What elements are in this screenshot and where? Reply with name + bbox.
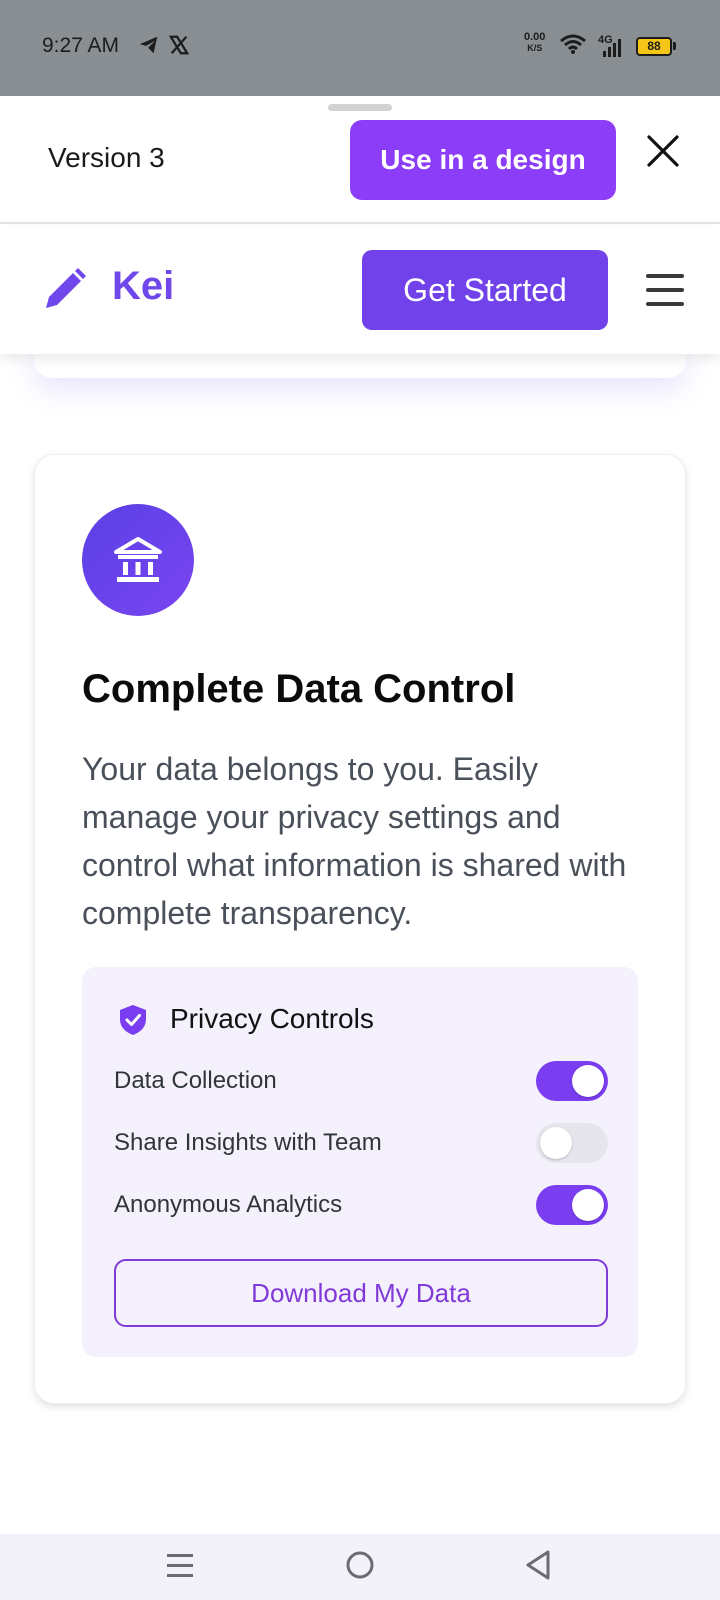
net-speed-value: 0.00 (524, 31, 546, 43)
net-speed-unit: K/S (527, 43, 543, 53)
battery-nub (673, 42, 676, 50)
wifi-icon (560, 33, 586, 60)
bank-icon (82, 504, 194, 616)
drag-handle[interactable] (328, 104, 392, 111)
system-nav-bar (0, 1534, 720, 1600)
back-icon[interactable] (524, 1548, 552, 1589)
setting-label: Share Insights with Team (114, 1129, 382, 1156)
toggle-knob (540, 1127, 572, 1159)
status-bar: 9:27 AM 0.00 K/S 4G 88 (0, 0, 720, 96)
privacy-controls-title: Privacy Controls (170, 1003, 374, 1034)
shield-check-icon (116, 1003, 150, 1042)
feature-card: Complete Data Control Your data belongs … (34, 454, 686, 1404)
home-icon[interactable] (344, 1548, 376, 1589)
setting-row-anonymous-analytics: Anonymous Analytics (114, 1185, 608, 1227)
version-label[interactable]: Version 3 (48, 142, 165, 174)
recents-icon[interactable] (166, 1548, 194, 1589)
sheet-header: Version 3 Use in a design (0, 96, 720, 224)
setting-label: Anonymous Analytics (114, 1191, 343, 1218)
toggle-knob (572, 1065, 604, 1097)
setting-row-share-insights: Share Insights with Team (114, 1123, 608, 1165)
signal-icon (602, 36, 624, 63)
telegram-icon (138, 34, 160, 61)
setting-label: Data Collection (114, 1067, 277, 1094)
battery-icon: 88 (636, 37, 672, 56)
toggle-knob (572, 1189, 604, 1221)
use-in-design-button[interactable]: Use in a design (350, 120, 616, 200)
app-navbar: Kei Get Started (0, 226, 720, 354)
pencil-icon (40, 266, 88, 319)
hamburger-menu-icon[interactable] (646, 274, 684, 306)
setting-row-data-collection: Data Collection (114, 1061, 608, 1103)
toggle-anonymous-analytics[interactable] (536, 1185, 608, 1225)
net-speed: 0.00 K/S (524, 32, 545, 54)
x-logo-icon (168, 34, 190, 61)
get-started-button[interactable]: Get Started (362, 250, 608, 330)
brand-logo-text[interactable]: Kei (112, 264, 174, 309)
battery-level: 88 (647, 39, 661, 53)
close-icon[interactable] (642, 130, 684, 172)
toggle-data-collection[interactable] (536, 1061, 608, 1101)
download-my-data-button[interactable]: Download My Data (114, 1259, 608, 1327)
toggle-share-insights[interactable] (536, 1123, 608, 1163)
card-description: Your data belongs to you. Easily manage … (82, 751, 627, 931)
privacy-controls-panel: Privacy Controls Data Collection Share I… (82, 967, 638, 1357)
status-time: 9:27 AM (42, 34, 120, 57)
card-title: Complete Data Control (82, 667, 516, 711)
